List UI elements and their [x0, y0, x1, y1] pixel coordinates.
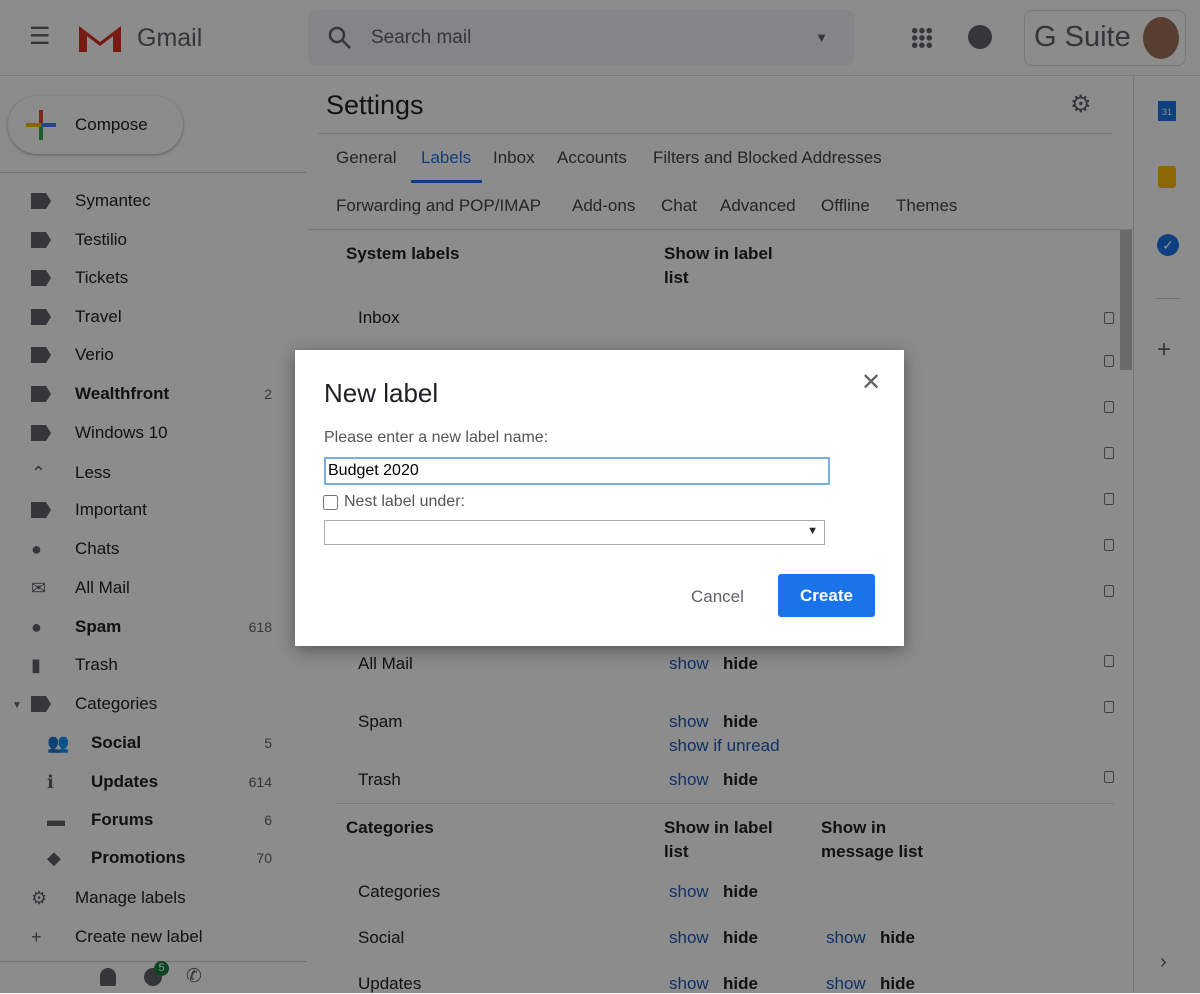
dialog-title: New label — [324, 378, 439, 408]
dropdown-arrow-icon: ▼ — [807, 525, 818, 537]
cancel-button[interactable]: Cancel — [691, 587, 744, 607]
label-name-input[interactable] — [324, 457, 830, 485]
new-label-dialog: New label ✕ Please enter a new label nam… — [295, 350, 904, 646]
nest-label-checkbox[interactable] — [323, 495, 338, 510]
close-icon[interactable]: ✕ — [861, 368, 881, 397]
nest-label-text: Nest label under: — [344, 493, 465, 510]
nest-label-select[interactable]: ▼ — [324, 520, 825, 545]
label-name-prompt: Please enter a new label name: — [324, 429, 549, 446]
create-button[interactable]: Create — [778, 574, 875, 617]
